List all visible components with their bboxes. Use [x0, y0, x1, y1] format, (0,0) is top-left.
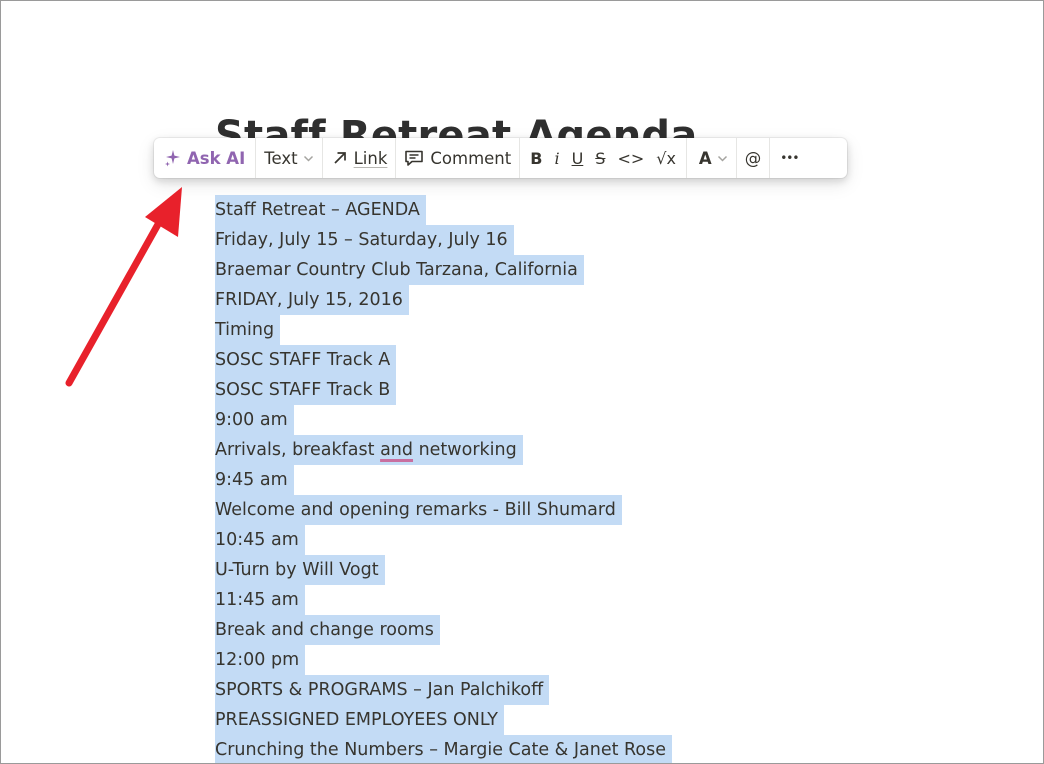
text-line[interactable]: SPORTS & PROGRAMS – Jan Palchikoff [215, 675, 995, 705]
annotation-arrow-head [145, 187, 182, 237]
italic-button[interactable]: i [548, 138, 565, 178]
text-line[interactable]: Timing [215, 315, 995, 345]
text-line[interactable]: Friday, July 15 – Saturday, July 16 [215, 225, 995, 255]
inline-code-button[interactable]: <> [611, 138, 650, 178]
text-line[interactable]: PREASSIGNED EMPLOYEES ONLY [215, 705, 995, 735]
underline-button[interactable]: U [566, 138, 590, 178]
link-button[interactable]: Link [323, 138, 396, 178]
text-line[interactable]: SOSC STAFF Track B [215, 375, 995, 405]
ask-ai-label: Ask AI [187, 148, 246, 168]
equation-icon: √x [656, 148, 676, 168]
selected-text[interactable]: PREASSIGNED EMPLOYEES ONLY [215, 705, 504, 735]
text-line[interactable]: 12:00 pm [215, 645, 995, 675]
text-line[interactable]: 9:45 am [215, 465, 995, 495]
text-line[interactable]: SOSC STAFF Track A [215, 345, 995, 375]
document-window: Staff Retreat Agenda Staff Retreat – AGE… [0, 0, 1044, 764]
comment-icon [405, 150, 424, 166]
annotation-arrow-shaft [65, 215, 165, 387]
document-body[interactable]: Staff Retreat – AGENDA Friday, July 15 –… [215, 195, 995, 763]
link-label: Link [353, 148, 388, 168]
selected-text[interactable]: Timing [215, 315, 281, 345]
equation-button[interactable]: √x [650, 138, 686, 178]
selected-text[interactable]: Friday, July 15 – Saturday, July 16 [215, 225, 514, 255]
text-line[interactable]: 10:45 am [215, 525, 995, 555]
selected-text[interactable]: Break and change rooms [215, 615, 440, 645]
text-line[interactable]: 11:45 am [215, 585, 995, 615]
turn-into-dropdown[interactable]: Text [256, 138, 321, 178]
more-options-button[interactable]: ••• [770, 138, 806, 178]
selected-text[interactable]: Welcome and opening remarks - Bill Shuma… [215, 495, 622, 525]
selected-text[interactable]: 12:00 pm [215, 645, 306, 675]
selected-text[interactable]: SPORTS & PROGRAMS – Jan Palchikoff [215, 675, 550, 705]
code-icon: <> [617, 148, 645, 168]
selected-text[interactable]: SOSC STAFF Track A [215, 345, 397, 375]
comment-label: Comment [430, 148, 512, 168]
text-line[interactable]: Arrivals, breakfast and networking [215, 435, 995, 465]
text-color-icon: A [698, 148, 712, 168]
selected-text[interactable]: Staff Retreat – AGENDA [215, 195, 426, 225]
turn-into-label: Text [264, 148, 298, 168]
bold-button[interactable]: B [520, 138, 548, 178]
text-line[interactable]: Crunching the Numbers – Margie Cate & Ja… [215, 735, 995, 763]
text-segment: Arrivals, breakfast [215, 440, 381, 460]
strikethrough-label: S [595, 148, 606, 168]
text-line[interactable]: U-Turn by Will Vogt [215, 555, 995, 585]
selected-text[interactable]: 9:45 am [215, 465, 294, 495]
selected-text[interactable]: Braemar Country Club Tarzana, California [215, 255, 584, 285]
strikethrough-button[interactable]: S [589, 138, 611, 178]
arrow-up-right-icon [333, 152, 346, 164]
selected-text[interactable]: 11:45 am [215, 585, 305, 615]
selected-text[interactable]: Crunching the Numbers – Margie Cate & Ja… [215, 735, 672, 763]
underline-label: U [571, 148, 584, 168]
italic-label: i [554, 148, 560, 168]
mention-icon: @ [744, 148, 762, 168]
text-line[interactable]: 9:00 am [215, 405, 995, 435]
sparkle-icon [165, 150, 180, 167]
selected-text[interactable]: SOSC STAFF Track B [215, 375, 397, 405]
selected-text[interactable]: FRIDAY, July 15, 2016 [215, 285, 409, 315]
text-color-dropdown[interactable]: A [687, 138, 736, 178]
ask-ai-button[interactable]: Ask AI [154, 138, 255, 178]
formatting-toolbar: Ask AI Text Link Comment B i U S <> √x A… [154, 138, 847, 178]
selected-text[interactable]: 9:00 am [215, 405, 294, 435]
text-line[interactable]: Braemar Country Club Tarzana, California [215, 255, 995, 285]
chevron-down-icon [717, 155, 727, 162]
bold-label: B [530, 148, 543, 168]
selected-text[interactable]: 10:45 am [215, 525, 305, 555]
text-line[interactable]: FRIDAY, July 15, 2016 [215, 285, 995, 315]
chevron-down-icon [303, 155, 313, 162]
spellcheck-flagged-word[interactable]: and [380, 440, 413, 460]
text-segment: networking [413, 440, 517, 460]
text-line[interactable]: Welcome and opening remarks - Bill Shuma… [215, 495, 995, 525]
comment-button[interactable]: Comment [396, 138, 519, 178]
mention-button[interactable]: @ [737, 138, 770, 178]
selected-text[interactable]: U-Turn by Will Vogt [215, 555, 385, 585]
text-line[interactable]: Staff Retreat – AGENDA [215, 195, 995, 225]
more-icon: ••• [780, 151, 799, 165]
text-line[interactable]: Break and change rooms [215, 615, 995, 645]
selected-text[interactable]: Arrivals, breakfast and networking [215, 435, 523, 465]
